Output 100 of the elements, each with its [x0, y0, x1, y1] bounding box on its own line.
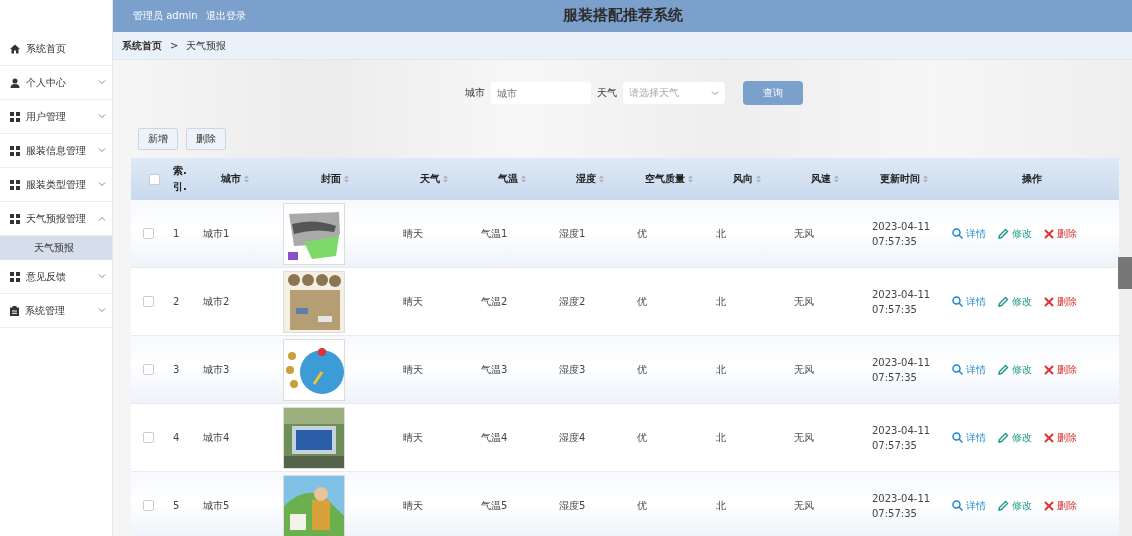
row-checkbox[interactable]: [143, 228, 154, 239]
table-cell: 晴天: [403, 499, 423, 511]
breadcrumb-link[interactable]: 天气预报: [186, 38, 227, 53]
admin-label: 管理员 admin: [133, 9, 198, 23]
sort-icon[interactable]: [521, 175, 526, 183]
edit-link[interactable]: 修改: [998, 430, 1032, 445]
scrollbar-thumb[interactable]: [1118, 257, 1132, 289]
clipboard-icon: [10, 305, 19, 316]
column-header: 操作: [1021, 172, 1042, 186]
table-cell: 4: [173, 432, 180, 443]
table-cell: 城市2: [203, 295, 230, 307]
table-cell: 北: [716, 295, 726, 307]
view-link[interactable]: 详情: [952, 294, 986, 309]
close-icon: [1044, 228, 1054, 239]
action-button[interactable]: 新增: [138, 128, 178, 150]
close-icon: [1044, 432, 1054, 443]
table-cell: 湿度1: [559, 227, 586, 239]
edit-link[interactable]: 修改: [998, 362, 1032, 377]
field-label: 天气: [596, 86, 617, 100]
table-cell: 气温4: [481, 431, 508, 443]
table-cell: 优: [637, 363, 647, 375]
column-header[interactable]: 城市: [221, 172, 241, 186]
column-header[interactable]: 湿度: [576, 172, 596, 186]
sidebar-item[interactable]: 个人中心: [0, 66, 112, 100]
action-button[interactable]: 删除: [186, 128, 226, 150]
delete-link[interactable]: 删除: [1044, 430, 1077, 445]
pencil-icon: [998, 432, 1009, 443]
table-cell: 2: [173, 296, 180, 307]
sidebar-item[interactable]: 服装类型管理: [0, 168, 112, 202]
delete-link[interactable]: 删除: [1044, 226, 1077, 241]
table-cell: 北: [716, 227, 726, 239]
sort-icon[interactable]: [923, 175, 928, 183]
view-link[interactable]: 详情: [952, 226, 986, 241]
edit-link[interactable]: 修改: [998, 294, 1032, 309]
table-cell: 气温5: [481, 499, 508, 511]
column-header[interactable]: 风向: [733, 172, 753, 186]
pencil-icon: [998, 500, 1009, 511]
table-cell: 优: [637, 499, 647, 511]
sidebar-item[interactable]: 意见反馈: [0, 260, 112, 294]
breadcrumb-link[interactable]: 系统首页: [122, 38, 162, 53]
table-cell: 无风: [794, 431, 814, 443]
column-header[interactable]: 气温: [498, 172, 518, 186]
sort-icon[interactable]: [244, 175, 249, 183]
user-icon: [10, 77, 20, 88]
table-cell: 1: [173, 228, 180, 239]
table-cell: 北: [716, 363, 726, 375]
grid-icon: [10, 179, 20, 190]
sort-icon[interactable]: [687, 175, 693, 183]
sort-icon[interactable]: [344, 175, 349, 183]
table-cell: 城市4: [203, 431, 230, 443]
city-input[interactable]: 城市: [490, 82, 591, 104]
sort-icon[interactable]: [599, 175, 604, 183]
table-cell: 2023-04-11 07:57:35: [872, 288, 931, 315]
view-link[interactable]: 详情: [952, 362, 986, 377]
app-title: 服装搭配推荐系统: [562, 6, 683, 24]
sidebar-item[interactable]: 系统首页: [0, 32, 112, 66]
table-cell: 气温1: [481, 227, 508, 239]
close-icon: [1044, 500, 1054, 511]
delete-link[interactable]: 删除: [1044, 294, 1077, 309]
select-all-checkbox[interactable]: [148, 173, 160, 185]
delete-link[interactable]: 删除: [1044, 362, 1077, 377]
edit-link[interactable]: 修改: [998, 226, 1032, 241]
table-cell: 无风: [794, 363, 814, 375]
column-header[interactable]: 天气: [420, 172, 440, 186]
search-icon: [952, 228, 963, 239]
column-header[interactable]: 更新时间: [880, 172, 920, 186]
sort-icon[interactable]: [443, 175, 448, 183]
sort-icon[interactable]: [756, 175, 761, 183]
sidebar-subitem[interactable]: 天气预报: [0, 236, 112, 260]
search-icon: [952, 364, 963, 375]
table-cell: 气温3: [481, 363, 508, 375]
close-icon: [1044, 296, 1054, 307]
delete-link[interactable]: 删除: [1044, 498, 1077, 513]
sidebar-item[interactable]: 系统管理: [0, 294, 112, 328]
column-header: 索.引.: [173, 164, 187, 194]
table-cell: 2023-04-11 07:57:35: [872, 424, 931, 451]
grid-icon: [10, 145, 20, 156]
table-cell: 无风: [794, 295, 814, 307]
column-header[interactable]: 风速: [811, 172, 831, 186]
row-checkbox[interactable]: [143, 500, 154, 511]
breadcrumb-separator: >: [170, 40, 179, 51]
table-cell: 城市1: [203, 227, 230, 239]
grid-icon: [10, 271, 20, 282]
row-checkbox[interactable]: [143, 296, 154, 307]
sidebar-item[interactable]: 用户管理: [0, 100, 112, 134]
table-cell: 无风: [794, 227, 814, 239]
table-cell: 湿度2: [559, 295, 586, 307]
column-header[interactable]: 空气质量: [644, 172, 685, 186]
table-cell: 湿度3: [559, 363, 586, 375]
view-link[interactable]: 详情: [952, 498, 986, 513]
row-checkbox[interactable]: [143, 364, 154, 375]
sort-icon[interactable]: [834, 175, 839, 183]
sidebar-item[interactable]: 服装信息管理: [0, 134, 112, 168]
edit-link[interactable]: 修改: [998, 498, 1032, 513]
table-cell: 优: [637, 227, 647, 239]
close-icon: [1044, 364, 1054, 375]
row-checkbox[interactable]: [143, 432, 154, 443]
table-cell: 晴天: [403, 295, 423, 307]
view-link[interactable]: 详情: [952, 430, 986, 445]
column-header[interactable]: 封面: [321, 172, 341, 186]
